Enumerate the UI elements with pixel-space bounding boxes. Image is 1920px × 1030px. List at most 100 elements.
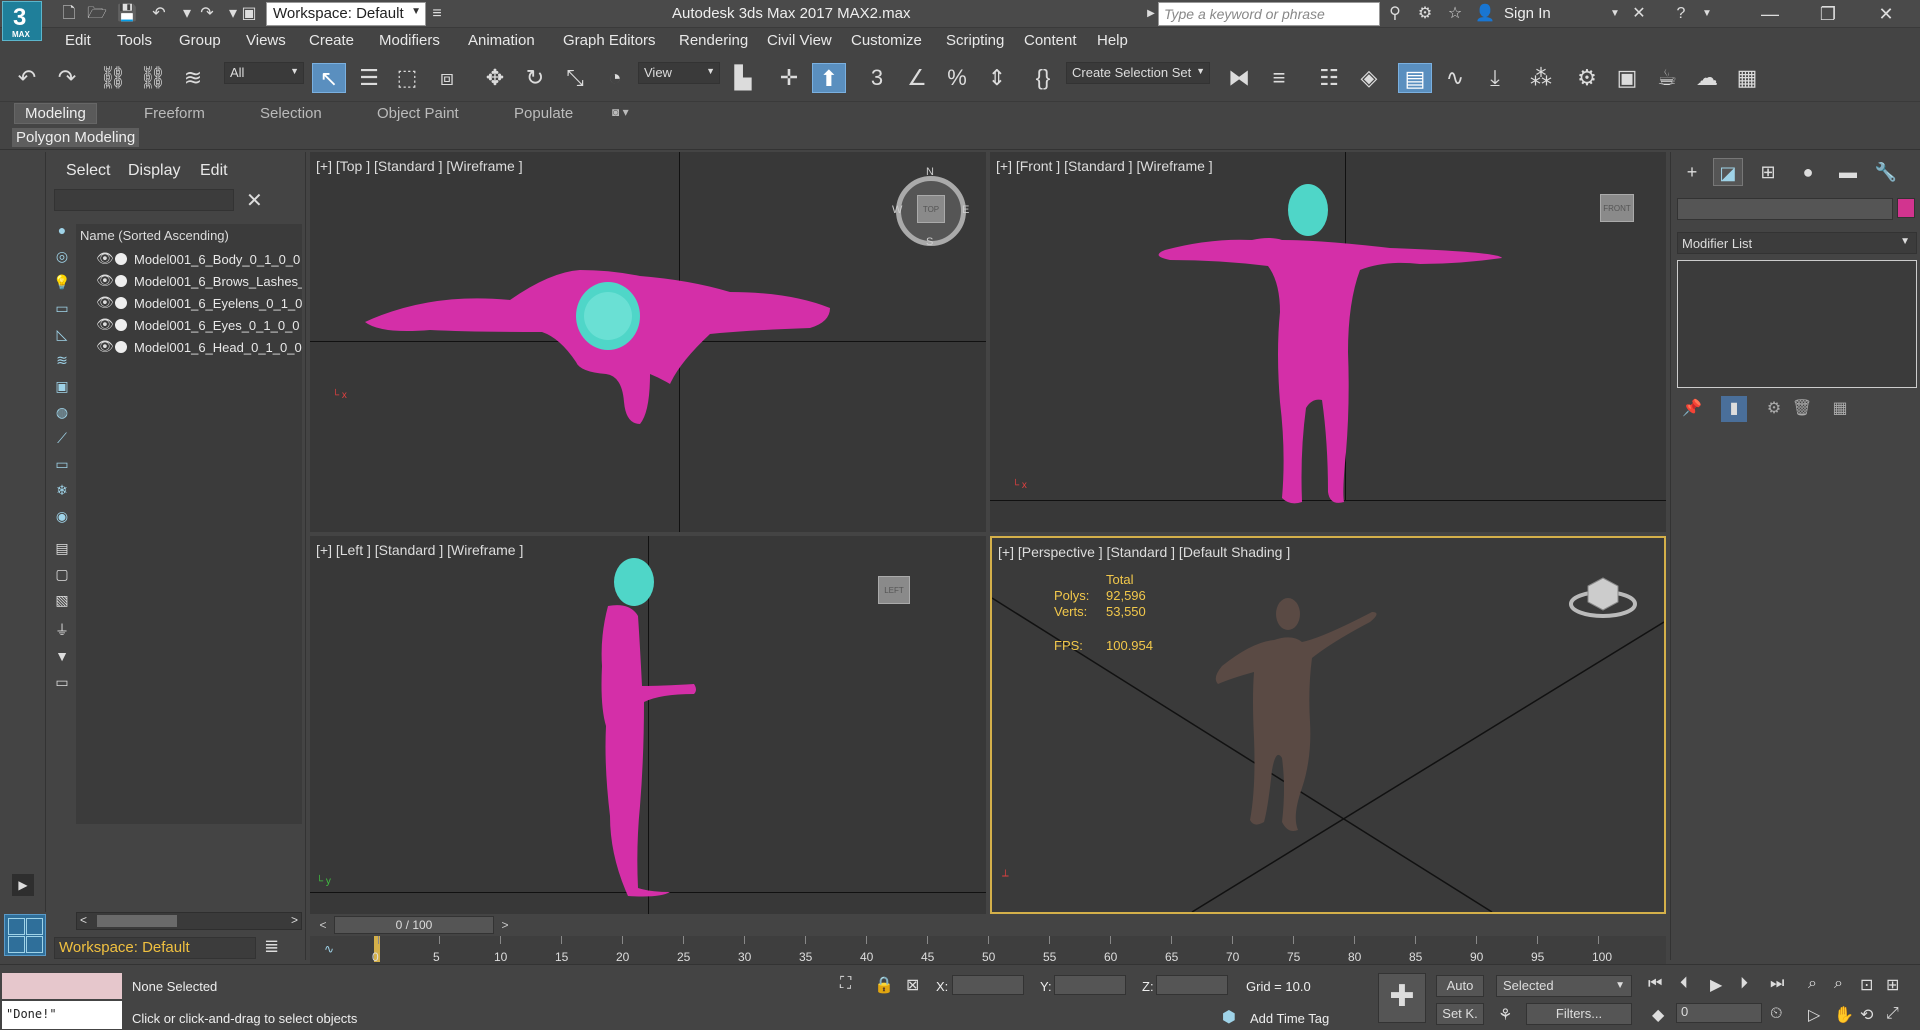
list-item[interactable]: 👁 Model001_6_Body_0_1_0_0 [76, 248, 302, 270]
set-key-button[interactable]: Set K. [1436, 1003, 1484, 1025]
select-by-name-icon[interactable]: ☰ [352, 63, 386, 93]
create-tab-icon[interactable]: + [1677, 158, 1707, 186]
display-cameras-icon[interactable]: ▭ [52, 298, 72, 318]
pin-stack-icon[interactable]: 📌 [1679, 396, 1705, 422]
zoom-extents-all-icon[interactable]: ⊞ [1886, 975, 1899, 995]
select-and-scale-icon[interactable]: ⤡ [558, 63, 592, 93]
hierarchy-tab-icon[interactable]: ⊞ [1753, 158, 1783, 186]
maximize-viewport-icon[interactable]: ⤢ [1886, 1005, 1899, 1023]
viewport-perspective[interactable]: [+] [Perspective ] [Standard ] [Default … [990, 536, 1666, 914]
keyboard-shortcut-override-icon[interactable]: ⬆ [812, 63, 846, 93]
link-icon[interactable]: ⛓ [96, 63, 130, 93]
help-dropdown-icon[interactable]: ▼ [1696, 4, 1718, 24]
menu-customize[interactable]: Customize [851, 32, 922, 49]
chevron-right-icon[interactable]: > [291, 913, 298, 927]
display-containers-icon[interactable]: ▭ [52, 454, 72, 474]
menu-content[interactable]: Content [1024, 32, 1077, 49]
maxscript-output[interactable]: "Done!" [2, 1001, 122, 1029]
next-frame-icon[interactable]: ⏵ [1740, 975, 1748, 993]
display-none-icon[interactable]: ▢ [52, 564, 72, 584]
key-filter-dropdown[interactable]: Selected ▼ [1496, 975, 1632, 997]
close-button[interactable]: ✕ [1858, 0, 1914, 28]
make-unique-icon[interactable]: ⚙ [1761, 396, 1787, 422]
eye-icon[interactable]: 👁 [96, 338, 114, 355]
display-all-icon[interactable]: ▤ [52, 538, 72, 558]
save-icon[interactable]: 💾 [116, 4, 138, 24]
viewport-layout-icon[interactable] [4, 914, 46, 956]
minimize-button[interactable]: — [1742, 0, 1798, 28]
rectangular-selection-icon[interactable]: ⬚ [390, 63, 424, 93]
viewport-front[interactable]: [+] [Front ] [Standard ] [Wireframe ] └ … [990, 152, 1666, 532]
list-item[interactable]: 👁 Model001_6_Eyelens_0_1_0_ [76, 292, 302, 314]
key-filters-button[interactable]: Filters... [1526, 1003, 1632, 1025]
display-tab-icon[interactable]: ▬ [1833, 158, 1863, 186]
polygon-modeling-tab[interactable]: Polygon Modeling [12, 128, 140, 147]
y-coordinate-field[interactable] [1054, 975, 1126, 995]
menu-scripting[interactable]: Scripting [946, 32, 1004, 49]
key-mode-icon[interactable]: ⚘ [1498, 1005, 1512, 1025]
workspace-select[interactable]: Workspace: Default ▼ [266, 2, 426, 26]
undo-dropdown-icon[interactable]: ▾ [176, 4, 198, 24]
close-icon[interactable]: ✕ [246, 188, 263, 213]
previous-frame-icon[interactable]: ⏴ [1680, 975, 1688, 993]
render-setup-icon[interactable]: ⚙ [1570, 63, 1604, 93]
reference-coordinate-dropdown[interactable]: View ▼ [638, 62, 720, 84]
viewcube[interactable]: FRONT [1600, 194, 1634, 222]
menu-tools[interactable]: Tools [117, 32, 152, 49]
zoom-all-icon[interactable]: ⌕ [1834, 975, 1843, 993]
open-file-icon[interactable]: 🗁 [86, 4, 108, 24]
undo-icon[interactable]: ↶ [10, 63, 44, 93]
zoom-extents-icon[interactable]: ⊡ [1860, 975, 1873, 995]
menu-civil-view[interactable]: Civil View [767, 32, 832, 49]
schematic-view-icon[interactable]: ⤓ [1478, 63, 1512, 93]
time-tag-icon[interactable]: ⬢ [1222, 1007, 1236, 1027]
edit-named-selection-icon[interactable]: {} [1026, 63, 1060, 93]
project-folder-icon[interactable]: ▣ [238, 4, 260, 24]
tab-selection[interactable]: Selection [260, 105, 322, 122]
select-object-icon[interactable]: ↖ [312, 63, 346, 93]
lock-icon[interactable]: 🔒 [874, 975, 894, 995]
redo-icon[interactable]: ↷ [196, 4, 218, 24]
set-key-big-button[interactable]: ✚ [1378, 973, 1426, 1023]
named-selection-dropdown[interactable]: Create Selection Set ▼ [1066, 62, 1210, 84]
ribbon-options-icon[interactable]: ◙ ▾ [612, 105, 629, 119]
explorer-menu-select[interactable]: Select [66, 162, 110, 180]
menu-modifiers[interactable]: Modifiers [379, 32, 440, 49]
sign-in-dropdown-icon[interactable]: ▼ [1604, 4, 1626, 24]
expand-arrow-icon[interactable]: ▶ [12, 874, 34, 896]
customize-quick-access-icon[interactable]: ≡ [426, 4, 448, 24]
angle-snap-icon[interactable]: ∠ [900, 63, 934, 93]
menu-edit[interactable]: Edit [65, 32, 91, 49]
help-icon[interactable]: ? [1670, 4, 1692, 24]
display-xrefs-icon[interactable]: ◍ [52, 402, 72, 422]
orbit-icon[interactable]: ⟲ [1860, 1005, 1873, 1025]
binoculars-icon[interactable]: ⚲ [1384, 4, 1406, 24]
explorer-menu-display[interactable]: Display [128, 162, 180, 180]
percent-snap-icon[interactable]: % [940, 63, 974, 93]
mirror-icon[interactable]: ⧓ [1222, 63, 1256, 93]
select-and-move-icon[interactable]: ✥ [478, 63, 512, 93]
remove-modifier-icon[interactable]: 🗑 [1789, 396, 1815, 422]
zoom-icon[interactable]: ⌕ [1808, 975, 1817, 993]
list-item[interactable]: 👁 Model001_6_Brows_Lashes_ [76, 270, 302, 292]
curve-editor-mini-icon[interactable]: ∿ [324, 942, 334, 956]
scene-explorer-toggle-icon[interactable]: ☷ [1312, 63, 1346, 93]
funnel-icon[interactable]: ▼ [52, 646, 72, 666]
menu-group[interactable]: Group [179, 32, 221, 49]
explorer-menu-edit[interactable]: Edit [200, 162, 228, 180]
new-file-icon[interactable]: 🗋 [58, 4, 80, 24]
eye-icon[interactable]: 👁 [96, 316, 114, 333]
find-icon[interactable]: ▭ [52, 672, 72, 692]
window-crossing-icon[interactable]: ⧈ [430, 63, 464, 93]
bind-space-warp-icon[interactable]: ≋ [176, 63, 210, 93]
sign-in-link[interactable]: Sign In [1504, 5, 1551, 22]
list-item[interactable]: 👁 Model001_6_Eyes_0_1_0_0 [76, 314, 302, 336]
viewcube[interactable]: TOP [917, 195, 945, 223]
render-production-icon[interactable]: ☕ [1650, 63, 1684, 93]
object-name-field[interactable] [1677, 198, 1893, 220]
configure-modifier-sets-icon[interactable]: ▦ [1827, 396, 1853, 422]
utilities-tab-icon[interactable]: 🔧 [1871, 158, 1901, 186]
list-item[interactable]: 👁 Model001_6_Head_0_1_0_0 [76, 336, 302, 358]
display-shapes-icon[interactable]: ◎ [52, 246, 72, 266]
layers-icon[interactable]: ≣ [264, 936, 279, 957]
